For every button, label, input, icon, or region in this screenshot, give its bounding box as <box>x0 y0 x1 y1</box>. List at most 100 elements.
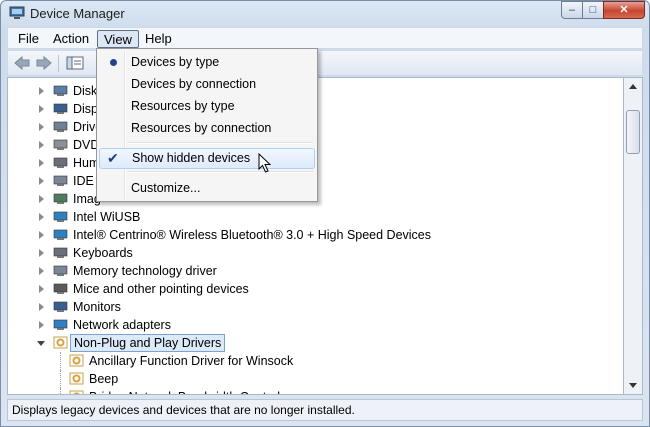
tree-item-label: Monitors <box>73 300 121 314</box>
view-menu-item-label: Resources by connection <box>131 121 272 135</box>
view-menu-item[interactable]: Resources by connection <box>99 118 315 139</box>
device-category-icon <box>53 319 68 330</box>
scroll-down-icon[interactable] <box>629 383 637 388</box>
device-category-icon <box>53 247 68 258</box>
device-category-icon <box>53 139 68 150</box>
view-menu-item-label: Devices by type <box>131 55 220 69</box>
expand-arrow-icon[interactable] <box>39 123 44 131</box>
expand-arrow-icon[interactable] <box>39 249 44 257</box>
view-menu-item-label: Resources by type <box>131 99 235 113</box>
view-menu-item[interactable]: Resources by type <box>99 96 315 117</box>
back-arrow-icon[interactable] <box>13 55 31 71</box>
tree-item-label: Beep <box>89 372 119 386</box>
tree-item-label: Network adapters <box>73 318 171 332</box>
expand-arrow-icon[interactable] <box>39 213 44 221</box>
scroll-up-icon[interactable] <box>629 84 637 89</box>
device-category-icon <box>53 265 68 276</box>
menu-file[interactable]: File <box>12 30 45 48</box>
expand-arrow-icon[interactable] <box>39 105 44 113</box>
menu-separator <box>127 142 313 144</box>
tree-connector <box>60 352 62 370</box>
expand-arrow-icon[interactable] <box>39 231 44 239</box>
expand-arrow-icon[interactable] <box>39 87 44 95</box>
maximize-icon: □ <box>589 4 597 16</box>
expand-arrow-icon[interactable] <box>39 141 44 149</box>
gear-device-icon <box>69 390 84 394</box>
tree-item-label: Non-Plug and Play Drivers <box>70 334 226 352</box>
expand-arrow-icon[interactable] <box>39 267 44 275</box>
radio-bullet-icon <box>110 59 117 66</box>
collapse-arrow-icon[interactable] <box>37 341 45 346</box>
tree-item-label: Bridge Network Bandwidth Control <box>89 388 280 394</box>
expand-arrow-icon[interactable] <box>39 195 44 203</box>
view-menu-item[interactable]: ✔ Show hidden devices <box>99 148 315 169</box>
vertical-scrollbar[interactable] <box>623 77 643 395</box>
tree-item-label: Disk <box>73 84 98 98</box>
view-menu-item-label: Show hidden devices <box>132 151 251 165</box>
gear-device-icon <box>69 372 84 385</box>
menu-view[interactable]: View <box>97 30 139 48</box>
device-category-icon <box>53 85 68 96</box>
tree-item-label: Intel WiUSB <box>73 210 141 224</box>
view-menu-item-label: Customize... <box>131 181 201 195</box>
scroll-thumb[interactable] <box>626 110 640 154</box>
status-bar: Displays legacy devices and devices that… <box>7 399 643 421</box>
view-menu-dropdown: Devices by type Devices by connection Reso… <box>96 48 318 202</box>
forward-arrow-icon[interactable] <box>35 55 53 71</box>
view-menu-item[interactable]: Devices by connection <box>99 74 315 95</box>
tree-item-label: Memory technology driver <box>73 264 217 278</box>
tree-connector <box>60 388 62 394</box>
close-button[interactable]: ✕ <box>603 1 645 19</box>
device-category-icon <box>53 283 68 294</box>
menu-action[interactable]: Action <box>47 30 95 48</box>
tree-item-label: Mice and other pointing devices <box>73 282 249 296</box>
status-text: Displays legacy devices and devices that… <box>12 403 355 417</box>
toolbar-separator <box>58 55 59 72</box>
maximize-button[interactable]: □ <box>582 1 604 19</box>
minimize-icon: – <box>568 4 576 16</box>
device-category-icon <box>53 193 68 204</box>
device-category-icon <box>53 229 68 240</box>
tree-connector <box>60 370 62 388</box>
tree-item[interactable]: Non-Plug and Play Drivers <box>8 334 618 352</box>
tree-item[interactable]: Network adapters <box>8 316 618 334</box>
expand-arrow-icon[interactable] <box>39 159 44 167</box>
tree-item-label: Disp <box>73 102 99 116</box>
close-icon: ✕ <box>619 4 629 16</box>
device-category-icon <box>53 211 68 222</box>
device-category-icon <box>53 175 68 186</box>
expand-arrow-icon[interactable] <box>39 177 44 185</box>
window-title: Device Manager <box>30 6 125 21</box>
view-menu-item[interactable]: Devices by type <box>99 52 315 73</box>
console-tree-icon[interactable] <box>66 55 84 71</box>
device-category-icon <box>53 121 68 132</box>
title-bar: Device Manager – □ ✕ <box>1 1 649 27</box>
device-category-icon <box>53 157 68 168</box>
menu-help[interactable]: Help <box>139 30 178 48</box>
gear-device-icon <box>69 354 84 367</box>
tree-item-label: Intel® Centrino® Wireless Bluetooth® 3.0… <box>73 228 432 242</box>
tree-item[interactable]: Keyboards <box>8 244 618 262</box>
device-manager-icon <box>9 6 25 19</box>
gear-device-icon <box>53 336 68 349</box>
tree-item[interactable]: Monitors <box>8 298 618 316</box>
expand-arrow-icon[interactable] <box>39 285 44 293</box>
menu-separator <box>127 171 313 173</box>
tree-child-item[interactable]: Ancillary Function Driver for Winsock <box>8 352 618 370</box>
mouse-cursor-icon <box>258 153 272 173</box>
tree-item[interactable]: Memory technology driver <box>8 262 618 280</box>
minimize-button[interactable]: – <box>561 1 583 19</box>
checkmark-icon: ✔ <box>107 150 119 166</box>
tree-item-label: Keyboards <box>73 246 133 260</box>
tree-child-item[interactable]: Beep <box>8 370 618 388</box>
device-category-icon <box>53 103 68 114</box>
tree-item[interactable]: Intel WiUSB <box>8 208 618 226</box>
tree-item[interactable]: Intel® Centrino® Wireless Bluetooth® 3.0… <box>8 226 618 244</box>
tree-child-item[interactable]: Bridge Network Bandwidth Control <box>8 388 618 394</box>
expand-arrow-icon[interactable] <box>39 303 44 311</box>
view-menu-item-label: Devices by connection <box>131 77 257 91</box>
expand-arrow-icon[interactable] <box>39 321 44 329</box>
tree-item[interactable]: Mice and other pointing devices <box>8 280 618 298</box>
view-menu-item[interactable]: Customize... <box>99 178 315 199</box>
tree-item-label: Ancillary Function Driver for Winsock <box>89 354 294 368</box>
